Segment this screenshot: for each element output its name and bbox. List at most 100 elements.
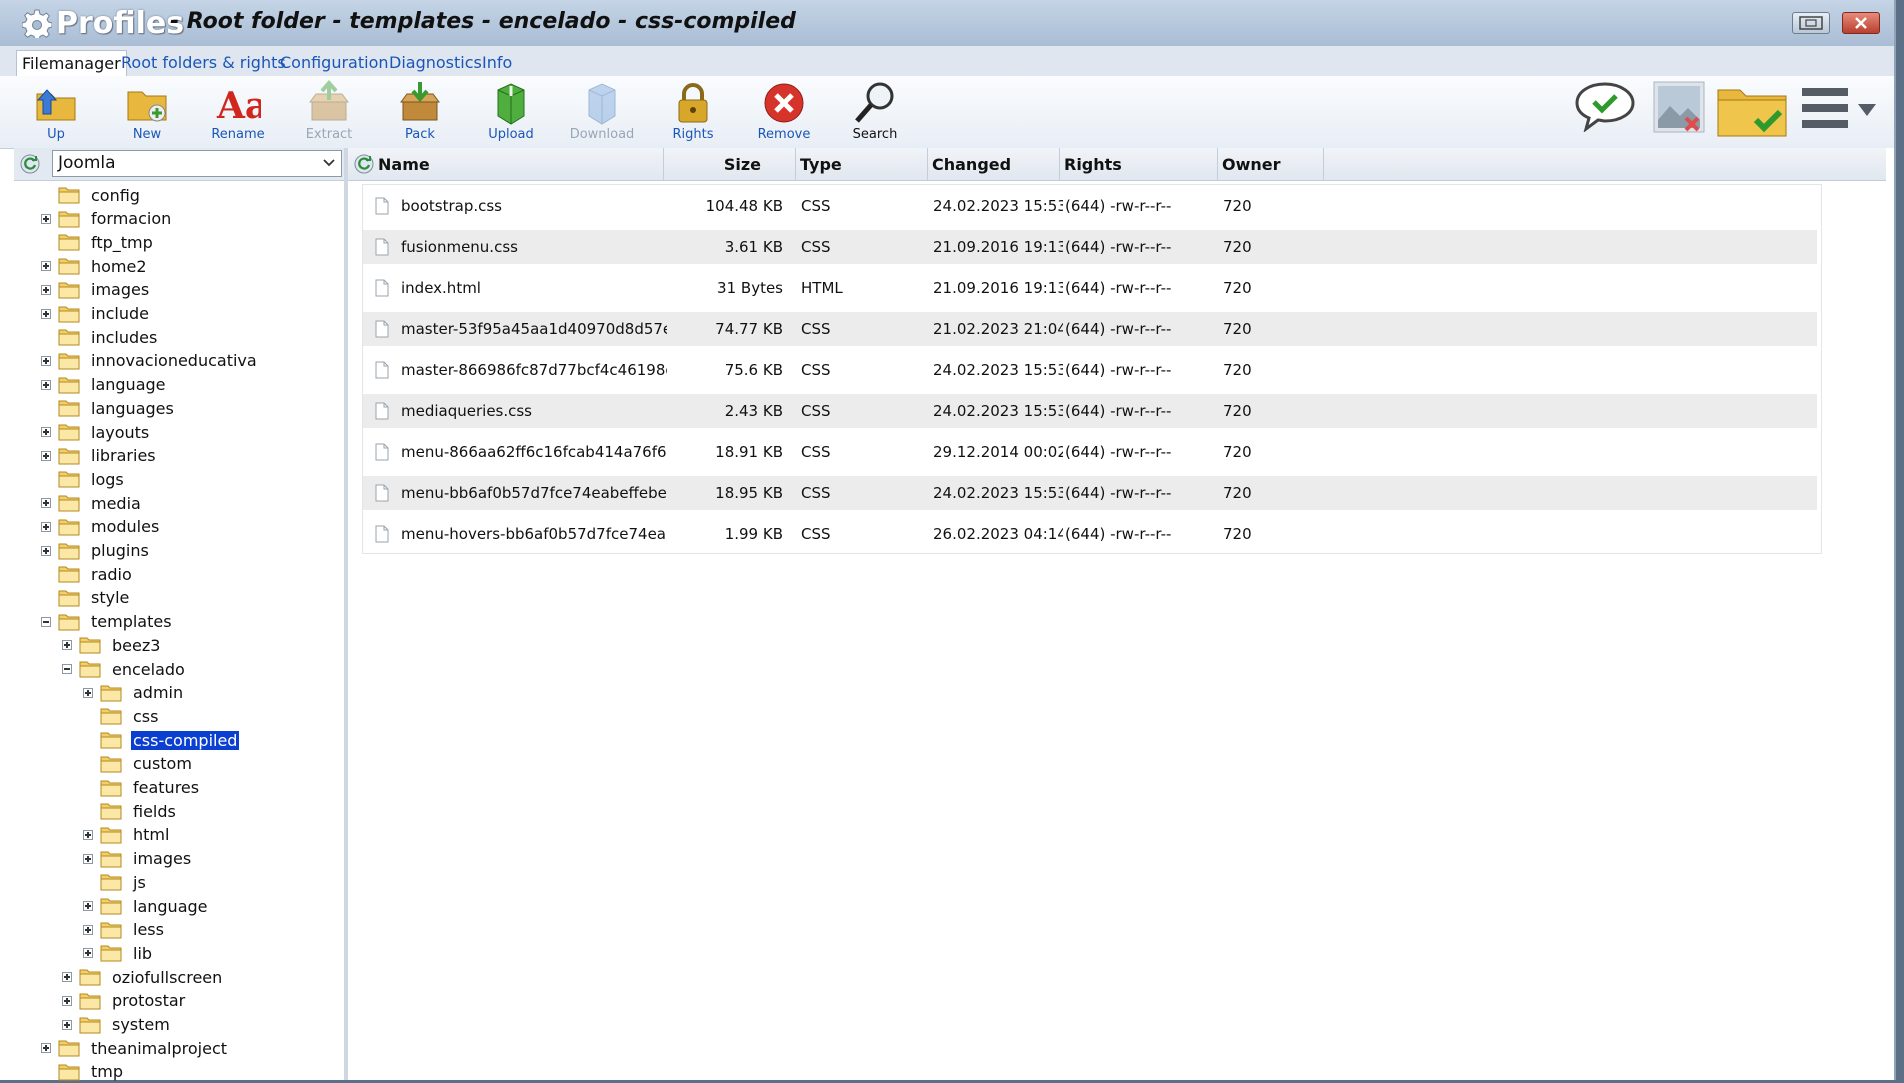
pack-button[interactable]: Pack bbox=[383, 78, 457, 146]
expand-toggle[interactable] bbox=[62, 972, 72, 983]
expand-toggle[interactable] bbox=[83, 924, 93, 935]
folder-check-icon[interactable] bbox=[1716, 80, 1788, 138]
tree-folder-item[interactable]: features bbox=[100, 777, 201, 799]
tree-folder-item[interactable]: html bbox=[100, 824, 171, 846]
tree-folder-item[interactable]: innovacioneducativa bbox=[58, 350, 259, 372]
tree-folder-item[interactable]: formacion bbox=[58, 208, 173, 230]
expand-toggle[interactable] bbox=[41, 1043, 51, 1054]
menu-icon[interactable] bbox=[1800, 86, 1880, 130]
tree-folder-item[interactable]: language bbox=[100, 895, 210, 917]
tree-folder-item[interactable]: encelado bbox=[79, 658, 187, 680]
column-changed[interactable]: Changed bbox=[928, 148, 1060, 180]
upload-button[interactable]: Upload bbox=[474, 78, 548, 146]
tree-folder-item[interactable]: images bbox=[100, 848, 193, 870]
expand-toggle[interactable] bbox=[62, 1019, 72, 1030]
expand-toggle[interactable] bbox=[41, 261, 51, 272]
tab-root-folders-rights[interactable]: Root folders & rights bbox=[117, 50, 290, 76]
expand-toggle[interactable] bbox=[41, 355, 51, 366]
tree-folder-item[interactable]: logs bbox=[58, 468, 126, 490]
tree-folder-item[interactable]: less bbox=[100, 919, 166, 941]
tree-folder-item[interactable]: layouts bbox=[58, 421, 151, 443]
tree-folder-item[interactable]: libraries bbox=[58, 445, 158, 467]
table-row[interactable]: master-53f95a45aa1d40970d8d57ed4 74.77 KB… bbox=[363, 312, 1817, 346]
expand-toggle[interactable] bbox=[83, 829, 93, 840]
tree-folder-item[interactable]: oziofullscreen bbox=[79, 966, 224, 988]
tree-folder-item[interactable]: css-compiled bbox=[100, 729, 241, 751]
tree-folder-item[interactable]: admin bbox=[100, 682, 185, 704]
column-owner[interactable]: Owner bbox=[1218, 148, 1324, 180]
expand-toggle[interactable] bbox=[41, 427, 51, 437]
search-button[interactable]: Search bbox=[838, 78, 912, 146]
refresh-icon[interactable] bbox=[354, 154, 374, 174]
tree-folder-item[interactable]: languages bbox=[58, 397, 176, 419]
up-button[interactable]: Up bbox=[19, 78, 93, 146]
tab-configuration[interactable]: Configuration bbox=[276, 50, 393, 76]
tree-folder-item[interactable]: images bbox=[58, 279, 151, 301]
extract-button[interactable]: Extract bbox=[292, 78, 366, 146]
tree-folder-item[interactable]: home2 bbox=[58, 255, 149, 277]
tree-folder-item[interactable]: config bbox=[58, 184, 142, 206]
tree-folder-item[interactable]: custom bbox=[100, 753, 194, 775]
tree-folder-item[interactable]: js bbox=[100, 871, 148, 893]
table-row[interactable]: fusionmenu.css 3.61 KB CSS 21.09.2016 19:13… bbox=[363, 230, 1817, 264]
table-row[interactable]: bootstrap.css 104.48 KB CSS 24.02.2023 15:5… bbox=[363, 189, 1817, 223]
tree-folder-item[interactable]: templates bbox=[58, 611, 174, 633]
column-rights[interactable]: Rights bbox=[1060, 148, 1218, 180]
expand-toggle[interactable] bbox=[83, 687, 93, 698]
expand-toggle[interactable] bbox=[83, 901, 93, 911]
tree-folder-item[interactable]: style bbox=[58, 587, 131, 609]
tree-folder-item[interactable]: system bbox=[79, 1014, 172, 1036]
tree-folder-item[interactable]: plugins bbox=[58, 540, 151, 562]
table-row[interactable]: menu-bb6af0b57d7fce74eabeffebe39 18.95 KB… bbox=[363, 476, 1817, 510]
tab-filemanager[interactable]: Filemanager bbox=[16, 50, 127, 76]
column-size[interactable]: Size bbox=[664, 148, 796, 180]
tab-diagnostics[interactable]: Diagnostics bbox=[385, 50, 486, 76]
new-folder-button[interactable]: New bbox=[110, 78, 184, 146]
table-row[interactable]: mediaqueries.css 2.43 KB CSS 24.02.2023 15:… bbox=[363, 394, 1817, 428]
tree-folder-item[interactable]: protostar bbox=[79, 990, 187, 1012]
table-row[interactable]: master-866986fc87d77bcf4c46198d91 75.6 KB… bbox=[363, 353, 1817, 387]
refresh-icon[interactable] bbox=[20, 154, 40, 174]
tree-folder-item[interactable]: modules bbox=[58, 516, 161, 538]
table-row[interactable]: menu-hovers-bb6af0b57d7fce74eabe 1.99 KB C… bbox=[363, 517, 1817, 551]
rights-button[interactable]: Rights bbox=[656, 78, 730, 146]
column-type[interactable]: Type bbox=[796, 148, 928, 180]
expand-toggle[interactable] bbox=[41, 498, 51, 509]
remove-button[interactable]: Remove bbox=[747, 78, 821, 146]
download-button[interactable]: Download bbox=[565, 78, 639, 146]
table-row[interactable]: index.html 31 Bytes HTML 21.09.2016 19:13 (6… bbox=[363, 271, 1817, 305]
rename-button[interactable]: Aa Rename bbox=[201, 78, 275, 146]
expand-toggle[interactable] bbox=[41, 213, 51, 224]
tab-info[interactable]: Info bbox=[478, 50, 516, 76]
speech-check-icon[interactable] bbox=[1574, 80, 1636, 132]
expand-toggle[interactable] bbox=[83, 853, 93, 864]
tree-folder-item[interactable]: include bbox=[58, 303, 151, 325]
tree-folder-item[interactable]: media bbox=[58, 492, 143, 514]
expand-toggle[interactable] bbox=[41, 284, 51, 295]
expand-toggle[interactable] bbox=[41, 545, 51, 556]
column-name[interactable]: Name bbox=[374, 148, 664, 180]
table-row[interactable]: menu-866aa62ff6c16fcab414a76f625e 18.91 K… bbox=[363, 435, 1817, 469]
close-button[interactable] bbox=[1842, 12, 1880, 34]
expand-toggle[interactable] bbox=[41, 379, 51, 390]
expand-toggle[interactable] bbox=[62, 995, 72, 1006]
expand-toggle[interactable] bbox=[41, 521, 51, 532]
expand-toggle[interactable] bbox=[83, 948, 93, 959]
tree-folder-item[interactable]: language bbox=[58, 374, 168, 396]
tree-folder-item[interactable]: lib bbox=[100, 942, 154, 964]
tree-folder-item[interactable]: includes bbox=[58, 326, 159, 348]
tree-folder-item[interactable]: css bbox=[100, 705, 160, 727]
root-folder-select[interactable]: Joomla bbox=[52, 150, 342, 177]
tree-folder-item[interactable]: beez3 bbox=[79, 634, 162, 656]
fullscreen-button[interactable] bbox=[1792, 12, 1830, 34]
collapse-toggle[interactable] bbox=[41, 616, 51, 627]
expand-toggle[interactable] bbox=[41, 450, 51, 461]
image-delete-icon[interactable] bbox=[1652, 80, 1706, 134]
expand-toggle[interactable] bbox=[62, 640, 72, 651]
tree-folder-item[interactable]: fields bbox=[100, 800, 178, 822]
expand-toggle[interactable] bbox=[41, 308, 51, 319]
tree-folder-item[interactable]: theanimalproject bbox=[58, 1037, 229, 1059]
collapse-toggle[interactable] bbox=[62, 664, 72, 674]
tree-folder-item[interactable]: radio bbox=[58, 563, 134, 585]
tree-folder-item[interactable]: ftp_tmp bbox=[58, 231, 155, 253]
